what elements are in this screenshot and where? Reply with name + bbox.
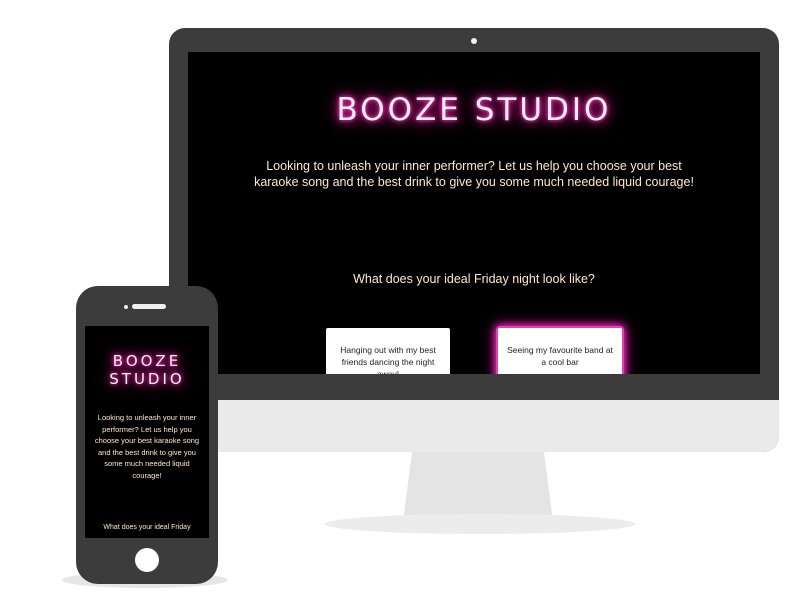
answer-option-band-selected[interactable]: Seeing my favourite band at a cool bar	[498, 328, 622, 374]
question-text: What does your ideal Friday night look l…	[353, 272, 595, 286]
mobile-intro-text: Looking to unleash your inner performer?…	[94, 413, 200, 480]
camera-dot-icon	[471, 38, 477, 44]
intro-text: Looking to unleash your inner performer?…	[254, 159, 694, 189]
phone-camera-icon	[124, 305, 128, 309]
device-mockup-stage: BOOZE STUDIO Looking to unleash your inn…	[0, 0, 800, 600]
site-title: BOOZE STUDIO	[336, 92, 612, 128]
answer-option-label: Seeing my favourite band at a cool bar	[507, 345, 613, 367]
mobile-question-text: What does your ideal Friday	[103, 524, 191, 531]
monitor-stand-neck	[403, 452, 553, 522]
mobile-screen: BOOZE STUDIO Looking to unleash your inn…	[85, 326, 209, 538]
desktop-screen: BOOZE STUDIO Looking to unleash your inn…	[188, 52, 760, 374]
mobile-site-title: BOOZE STUDIO	[85, 352, 209, 388]
answer-option-dancing[interactable]: Hanging out with my best friends dancing…	[326, 328, 450, 374]
monitor-chin	[169, 400, 779, 452]
mobile-title-line-1: BOOZE	[112, 352, 182, 370]
monitor-stand-base	[325, 514, 635, 534]
answer-option-label: Hanging out with my best friends dancing…	[340, 345, 436, 374]
desktop-monitor: BOOZE STUDIO Looking to unleash your inn…	[169, 28, 779, 452]
home-button-icon[interactable]	[135, 548, 159, 572]
mobile-phone: BOOZE STUDIO Looking to unleash your inn…	[76, 286, 218, 584]
speaker-icon	[132, 304, 166, 309]
mobile-title-line-2: STUDIO	[109, 370, 185, 388]
